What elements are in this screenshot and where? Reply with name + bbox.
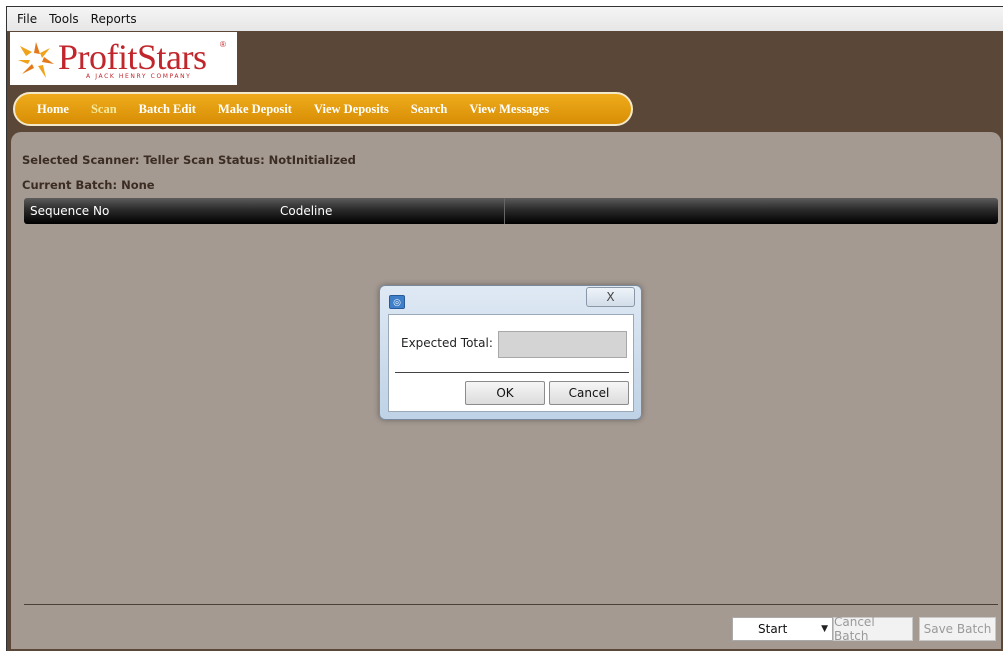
logo-wordmark: ProfitStars <box>58 37 207 77</box>
star-burst-icon <box>18 42 54 78</box>
app-icon: ◎ <box>389 295 405 309</box>
save-batch-button[interactable]: Save Batch <box>919 617 996 641</box>
nav-make-deposit[interactable]: Make Deposit <box>218 102 292 117</box>
menu-bar: File Tools Reports <box>7 7 1003 31</box>
main-nav: Home Scan Batch Edit Make Deposit View D… <box>13 92 633 126</box>
dialog-body: Expected Total: OK Cancel <box>388 314 634 412</box>
start-label: Start <box>758 622 788 636</box>
nav-scan[interactable]: Scan <box>91 102 117 117</box>
nav-home[interactable]: Home <box>37 102 69 117</box>
nav-view-deposits[interactable]: View Deposits <box>314 102 389 117</box>
current-batch-label: Current Batch: <box>22 178 118 192</box>
menu-tools[interactable]: Tools <box>43 12 85 26</box>
nav-view-messages[interactable]: View Messages <box>469 102 549 117</box>
items-grid-header: Sequence No Codeline <box>24 198 998 224</box>
current-batch-value: None <box>121 178 155 192</box>
column-codeline[interactable]: Codeline <box>274 198 505 224</box>
expected-total-input[interactable] <box>498 331 627 358</box>
menu-reports[interactable]: Reports <box>85 12 143 26</box>
divider <box>24 604 998 605</box>
column-sequence-no[interactable]: Sequence No <box>24 198 274 224</box>
menu-file[interactable]: File <box>11 12 43 26</box>
cancel-button[interactable]: Cancel <box>549 381 629 405</box>
scanner-status: Selected Scanner: Teller Scan Status: No… <box>22 153 356 167</box>
current-batch: Current Batch: None <box>22 178 155 192</box>
nav-batch-edit[interactable]: Batch Edit <box>139 102 196 117</box>
start-dropdown[interactable]: Start ▼ <box>732 617 833 641</box>
registered-mark: ® <box>220 40 226 49</box>
cancel-batch-button[interactable]: Cancel Batch <box>833 615 913 643</box>
dialog-divider <box>395 372 629 373</box>
profitstars-logo: ProfitStars ® A JACK HENRY COMPANY <box>10 32 237 85</box>
logo-tagline: A JACK HENRY COMPANY <box>86 73 192 80</box>
expected-total-dialog: ◎ X Expected Total: OK Cancel <box>379 285 642 420</box>
close-icon: X <box>606 290 615 304</box>
close-button[interactable]: X <box>586 287 635 307</box>
chevron-down-icon: ▼ <box>821 624 828 634</box>
ok-button[interactable]: OK <box>465 381 545 405</box>
nav-search[interactable]: Search <box>411 102 448 117</box>
expected-total-label: Expected Total: <box>401 336 493 350</box>
